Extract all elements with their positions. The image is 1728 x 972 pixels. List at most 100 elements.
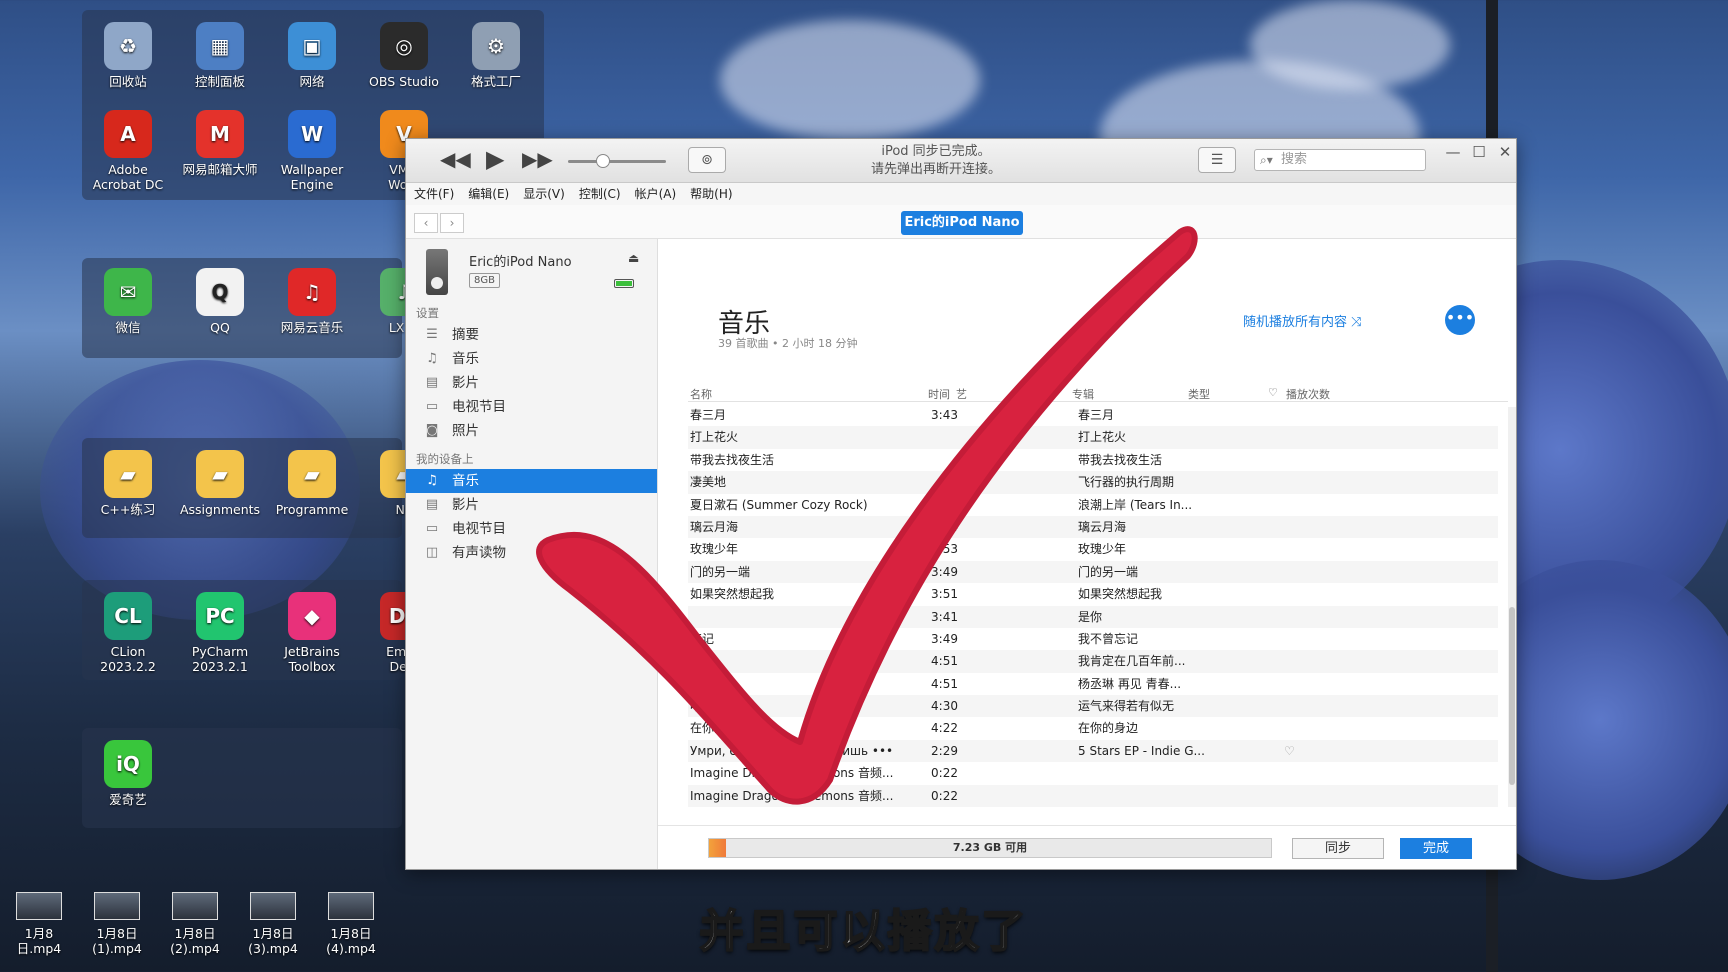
desktop-icon[interactable]: A Adobe Acrobat DC — [86, 110, 170, 192]
desktop-icon[interactable]: Q QQ — [178, 268, 262, 335]
table-row[interactable]: Умри, если меня не любишь ••• 2:29 5 Stars… — [688, 739, 1498, 763]
table-row[interactable]: 打上花火 打上花火 — [688, 426, 1498, 449]
desktop-icon[interactable]: M 网易邮箱大师 — [178, 110, 262, 177]
eject-icon[interactable]: ⏏ — [628, 251, 639, 265]
scrollbar[interactable] — [1508, 407, 1516, 807]
table-row[interactable]: 门的另一端 3:49 门的另一端 — [688, 560, 1498, 584]
sidebar-item[interactable]: ▤ 影片 — [406, 493, 657, 517]
sidebar-item[interactable]: ♫ 音乐 — [406, 469, 657, 493]
close-icon[interactable]: ✕ — [1492, 139, 1518, 165]
desktop-icon-label: 网络 — [299, 74, 325, 89]
status-display: iPod 同步已完成。 请先弹出再断开连接。 — [736, 141, 1136, 181]
song-album: 飞行器的执行周期 — [1078, 475, 1175, 490]
song-album: 我肯定在几百年前... — [1078, 654, 1186, 669]
col-time[interactable]: 时间 — [928, 386, 950, 402]
shuffle-all-link[interactable]: 随机播放所有内容 ⤨ — [1243, 311, 1362, 330]
desktop-icon[interactable]: CL CLion 2023.2.2 — [86, 592, 170, 674]
song-album: 如果突然想起我 — [1078, 587, 1163, 602]
table-row[interactable]: 3:41 是你 — [688, 605, 1498, 628]
desktop-icon[interactable]: ◆ JetBrains Toolbox — [270, 592, 354, 674]
col-plays[interactable]: 播放次数 — [1286, 386, 1330, 402]
song-name: 春三月 — [690, 408, 727, 422]
table-row[interactable]: 璃云月海 4 璃云月海 — [688, 515, 1498, 539]
col-name[interactable]: 名称 — [690, 386, 712, 402]
play-icon[interactable]: ▶ — [486, 145, 504, 173]
table-row[interactable]: 4:51 我肯定在几百年前... — [688, 650, 1498, 673]
rewind-icon[interactable]: ◀◀ — [440, 147, 471, 171]
desktop-icon[interactable]: ▦ 控制面板 — [178, 22, 262, 89]
desktop-icon[interactable]: iQ 爱奇艺 — [86, 740, 170, 807]
wallpaper-engine-icon: W — [288, 110, 336, 158]
col-genre[interactable]: 类型 — [1188, 386, 1210, 402]
sidebar-item[interactable]: ◙ 照片 — [406, 419, 657, 443]
sidebar-item[interactable]: ♫ 音乐 — [406, 347, 657, 371]
airplay-button[interactable]: ⊚ — [688, 147, 726, 173]
table-row[interactable]: Imagine Dragons - Demons 音频... 0:22 — [688, 784, 1498, 808]
sort-up-icon[interactable]: ^ — [1051, 386, 1060, 399]
table-row[interactable]: Imagine Dragons - Demons 音频... 0:22 — [688, 762, 1498, 784]
forward-arrow-icon[interactable]: › — [440, 213, 464, 233]
menu-item[interactable]: 帐户(A) — [635, 183, 677, 205]
device-button[interactable]: Eric的iPod Nano — [901, 211, 1023, 235]
song-album: 是你 — [1078, 609, 1103, 624]
scrollbar-thumb[interactable] — [1509, 607, 1515, 785]
menu-item[interactable]: 文件(F) — [414, 183, 454, 205]
table-row[interactable]: 带 4:51 杨丞琳 再见 青春... — [688, 673, 1498, 695]
volume-slider[interactable] — [568, 154, 666, 168]
done-button[interactable]: 完成 — [1400, 838, 1472, 859]
sidebar-item[interactable]: ☰ 摘要 — [406, 323, 657, 347]
menu-item[interactable]: 帮助(H) — [690, 183, 732, 205]
col-album[interactable]: 专辑 — [1072, 386, 1094, 402]
desktop-icon[interactable]: ▰ C++练习 — [86, 450, 170, 517]
song-album: 春三月 — [1078, 408, 1115, 422]
desktop-icon[interactable]: ✉ 微信 — [86, 268, 170, 335]
list-icon: ☰ — [1210, 152, 1224, 168]
up-next-button[interactable]: ☰ — [1198, 147, 1236, 173]
menu-item[interactable]: 显示(V) — [523, 183, 565, 205]
table-row[interactable]: 夏日漱石 (Summer Cozy Rock) 浪潮上岸 (Tears In... — [688, 494, 1498, 516]
table-row[interactable]: 忘记 3:49 我不曾忘记 — [688, 628, 1498, 650]
table-row[interactable]: 唯一 4:30 运气来得若有似无 — [688, 695, 1498, 718]
song-table: 春三月 3:43 春三月 打上花火 打上花火 带我去找夜生活 带我去找夜生活 凄美地 飞行器的执… — [688, 404, 1498, 808]
device-info: Eric的iPod Nano 8GB ⏏ — [406, 239, 657, 301]
sidebar-item[interactable]: ▭ 电视节目 — [406, 395, 657, 419]
sync-button[interactable]: 同步 — [1292, 838, 1384, 859]
maximize-icon[interactable]: ☐ — [1466, 139, 1492, 165]
search-input[interactable]: ⌕▾ 搜索 — [1254, 149, 1426, 171]
film-icon: ▤ — [425, 497, 439, 512]
sidebar-item-label: 电视节目 — [452, 521, 506, 537]
table-row[interactable]: 如果突然想起我 3:51 如果突然想起我 — [688, 583, 1498, 605]
summary-icon: ☰ — [426, 327, 438, 342]
song-name: 唯一 — [690, 699, 715, 714]
sidebar-item[interactable]: ▭ 电视节目 — [406, 517, 657, 541]
desktop-icon[interactable]: ▰ Assignments — [178, 450, 262, 517]
desktop-icon[interactable]: ♫ 网易云音乐 — [270, 268, 354, 335]
back-arrow-icon[interactable]: ‹ — [414, 213, 438, 233]
table-row[interactable]: 在你的身边 4:22 在你的身边 — [688, 717, 1498, 739]
desktop-icon[interactable]: PC PyCharm 2023.2.1 — [178, 592, 262, 674]
more-options-button[interactable]: ••• — [1445, 305, 1475, 335]
fast-forward-icon[interactable]: ▶▶ — [522, 147, 553, 171]
volume-knob[interactable] — [596, 154, 610, 168]
table-row[interactable]: 春三月 3:43 春三月 — [688, 404, 1498, 426]
desktop-icon[interactable]: W Wallpaper Engine — [270, 110, 354, 192]
table-row[interactable]: 带我去找夜生活 带我去找夜生活 — [688, 449, 1498, 471]
col-artist[interactable]: 艺 — [956, 386, 967, 402]
desktop-icon[interactable]: ⚙ 格式工厂 — [454, 22, 538, 89]
on-device-list: ♫ 音乐 ▤ 影片 ▭ 电视节目 ◫ 有声读物 — [406, 469, 657, 565]
sidebar-item[interactable]: ◫ 有声读物 — [406, 541, 657, 565]
menu-item[interactable]: 编辑(E) — [468, 183, 509, 205]
desktop-icon[interactable]: ♻ 回收站 — [86, 22, 170, 89]
menu-item[interactable]: 控制(C) — [579, 183, 621, 205]
sidebar-item[interactable]: ▤ 影片 — [406, 371, 657, 395]
minimize-icon[interactable]: — — [1440, 139, 1466, 165]
desktop-icon[interactable]: ◎ OBS Studio — [362, 22, 446, 89]
song-time: 0:22 — [931, 788, 958, 803]
table-row[interactable]: 玫瑰少年 3:53 玫瑰少年 — [688, 538, 1498, 560]
nav-bar: ‹ › Eric的iPod Nano — [406, 205, 1516, 239]
desktop-icon[interactable]: ▣ 网络 — [270, 22, 354, 89]
table-row[interactable]: 凄美地 飞行器的执行周期 — [688, 471, 1498, 494]
heart-header-icon[interactable]: ♡ — [1268, 386, 1278, 399]
settings-list: ☰ 摘要 ♫ 音乐 ▤ 影片 ▭ 电视节目 ◙ 照片 — [406, 323, 657, 443]
desktop-icon[interactable]: ▰ Programme — [270, 450, 354, 517]
